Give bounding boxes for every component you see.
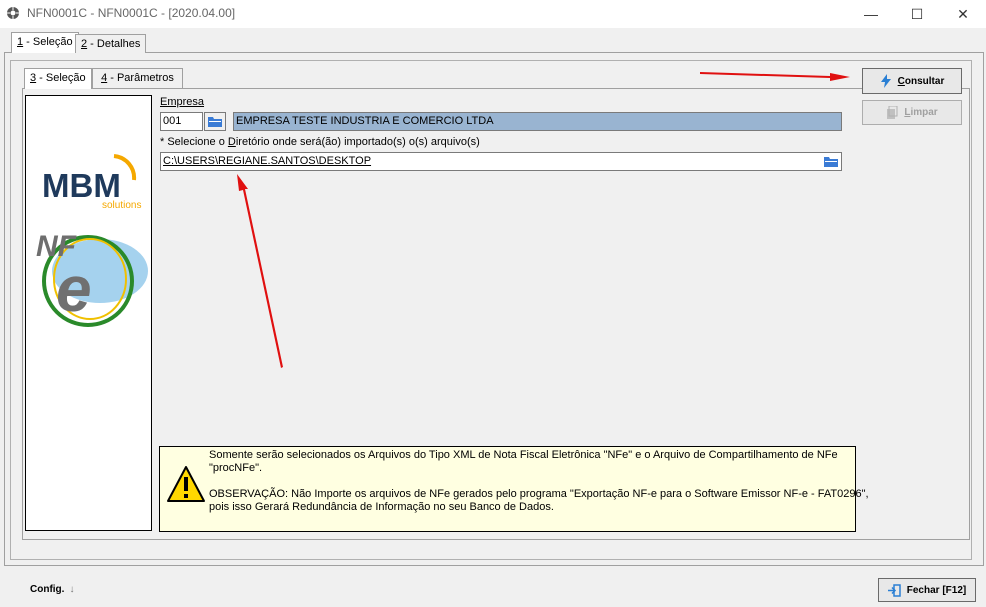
annotation-arrows — [237, 72, 850, 368]
arrow-to-consultar — [700, 72, 850, 81]
arrow-to-directory — [237, 174, 283, 368]
